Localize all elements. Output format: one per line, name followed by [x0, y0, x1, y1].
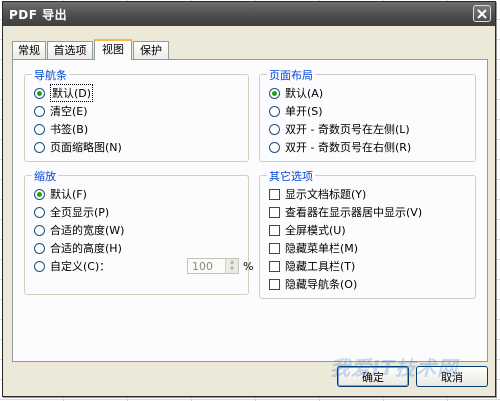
- stepper-up-arrow-icon[interactable]: ▲: [226, 259, 238, 266]
- stepper-down-arrow-icon[interactable]: ▼: [226, 266, 238, 273]
- layout-dual-right-label: 双开 - 奇数页号在右侧(R): [285, 141, 412, 154]
- checkbox-indicator: [269, 260, 280, 272]
- nav-clear-radio[interactable]: 清空(E): [34, 103, 88, 119]
- radio-indicator: [269, 141, 280, 153]
- radio-indicator: [269, 105, 280, 117]
- layout-dual-left-radio[interactable]: 双开 - 奇数页号在左侧(L): [269, 121, 410, 137]
- radio-indicator: [269, 87, 280, 99]
- hide-menubar-checkbox[interactable]: 隐藏菜单栏(M): [269, 240, 358, 256]
- hide-toolbar-label: 隐藏工具栏(T): [285, 260, 356, 273]
- zoom-fit-height-radio[interactable]: 合适的高度(H): [34, 240, 122, 256]
- nav-default-label: 默认(D): [50, 84, 94, 102]
- nav-thumbnails-radio[interactable]: 页面缩略图(N): [34, 139, 122, 155]
- hide-navbar-label: 隐藏导航条(O): [285, 278, 358, 291]
- center-window-checkbox[interactable]: 查看器在显示器居中显示(V): [269, 204, 422, 220]
- zoom-custom-value: 100: [192, 260, 213, 273]
- layout-dual-right-radio[interactable]: 双开 - 奇数页号在右侧(R): [269, 139, 411, 155]
- zoom-group: 缩放 默认(F) 全页显示(P) 合适的宽度(W) 合适的高度(H) 自定义(C…: [24, 168, 253, 295]
- cancel-button[interactable]: 取消: [416, 366, 488, 387]
- layout-default-label: 默认(A): [285, 87, 324, 100]
- checkbox-indicator: [269, 224, 280, 236]
- radio-indicator: [34, 260, 45, 272]
- zoom-fit-width-label: 合适的宽度(W): [50, 224, 125, 237]
- tab-protection[interactable]: 保护: [133, 41, 169, 59]
- zoom-custom-radio[interactable]: 自定义(C)：: [34, 258, 110, 274]
- nav-bookmarks-label: 书签(B): [50, 123, 89, 136]
- checkbox-indicator: [269, 188, 280, 200]
- radio-indicator: [34, 206, 45, 218]
- tab-view[interactable]: 视图: [94, 39, 132, 60]
- zoom-fit-width-radio[interactable]: 合适的宽度(W): [34, 222, 124, 238]
- layout-single-radio[interactable]: 单开(S): [269, 103, 323, 119]
- zoom-custom-label: 自定义(C)：: [50, 260, 111, 273]
- ok-button-label: 确定: [362, 370, 384, 384]
- nav-clear-label: 清空(E): [50, 105, 88, 118]
- nav-bar-group: 导航条 默认(D) 清空(E) 书签(B) 页面缩略图(N): [24, 67, 249, 162]
- hide-menubar-label: 隐藏菜单栏(M): [285, 242, 359, 255]
- nav-default-radio[interactable]: 默认(D): [34, 84, 94, 102]
- radio-indicator: [34, 123, 45, 135]
- checkbox-indicator: [269, 278, 280, 290]
- radio-indicator: [34, 188, 45, 200]
- tab-general[interactable]: 常规: [12, 41, 46, 59]
- nav-thumbnails-label: 页面缩略图(N): [50, 141, 122, 154]
- full-screen-checkbox[interactable]: 全屏模式(U): [269, 222, 346, 238]
- page-layout-group: 页面布局 默认(A) 单开(S) 双开 - 奇数页号在左侧(L) 双开 - 奇数…: [259, 67, 476, 162]
- page-layout-group-title: 页面布局: [267, 67, 315, 83]
- hide-navbar-checkbox[interactable]: 隐藏导航条(O): [269, 276, 357, 292]
- full-screen-label: 全屏模式(U): [285, 224, 346, 237]
- show-doc-title-label: 显示文档标题(Y): [285, 188, 367, 201]
- hide-toolbar-checkbox[interactable]: 隐藏工具栏(T): [269, 258, 355, 274]
- close-button[interactable]: [473, 5, 491, 22]
- zoom-default-label: 默认(F): [50, 188, 87, 201]
- zoom-group-title: 缩放: [32, 168, 58, 184]
- close-icon: [477, 8, 487, 19]
- show-doc-title-checkbox[interactable]: 显示文档标题(Y): [269, 186, 366, 202]
- checkbox-indicator: [269, 206, 280, 218]
- nav-bookmarks-radio[interactable]: 书签(B): [34, 121, 88, 137]
- ok-button[interactable]: 确定: [337, 366, 409, 387]
- window-title: PDF 导出: [9, 8, 68, 22]
- radio-indicator: [34, 141, 45, 153]
- stepper-buttons: ▲ ▼: [225, 259, 238, 273]
- cancel-button-label: 取消: [441, 370, 463, 384]
- zoom-default-radio[interactable]: 默认(F): [34, 186, 87, 202]
- center-window-label: 查看器在显示器居中显示(V): [285, 206, 423, 219]
- layout-single-label: 单开(S): [285, 105, 323, 118]
- nav-bar-group-title: 导航条: [32, 67, 69, 83]
- zoom-custom-stepper[interactable]: 100 ▲ ▼: [187, 258, 239, 274]
- layout-dual-left-label: 双开 - 奇数页号在左侧(L): [285, 123, 410, 136]
- radio-indicator: [34, 87, 45, 99]
- other-options-group: 其它选项 显示文档标题(Y) 查看器在显示器居中显示(V) 全屏模式(U) 隐藏…: [259, 168, 476, 299]
- zoom-fit-height-label: 合适的高度(H): [50, 242, 122, 255]
- checkbox-indicator: [269, 242, 280, 254]
- view-tab-panel: 导航条 默认(D) 清空(E) 书签(B) 页面缩略图(N) 页面布局 默认(A…: [12, 59, 488, 362]
- radio-indicator: [34, 242, 45, 254]
- radio-indicator: [34, 224, 45, 236]
- layout-default-radio[interactable]: 默认(A): [269, 85, 323, 101]
- radio-indicator: [269, 123, 280, 135]
- radio-indicator: [34, 105, 45, 117]
- pdf-export-dialog: PDF 导出 常规 首选项 视图 保护 导航条 默认(D) 清空(E) 书签(B…: [2, 1, 496, 397]
- title-bar[interactable]: PDF 导出: [3, 2, 495, 26]
- other-options-group-title: 其它选项: [267, 168, 315, 184]
- zoom-fit-page-label: 全页显示(P): [50, 206, 110, 219]
- zoom-fit-page-radio[interactable]: 全页显示(P): [34, 204, 109, 220]
- tab-preferences[interactable]: 首选项: [47, 41, 93, 59]
- zoom-percent-unit: %: [243, 260, 254, 273]
